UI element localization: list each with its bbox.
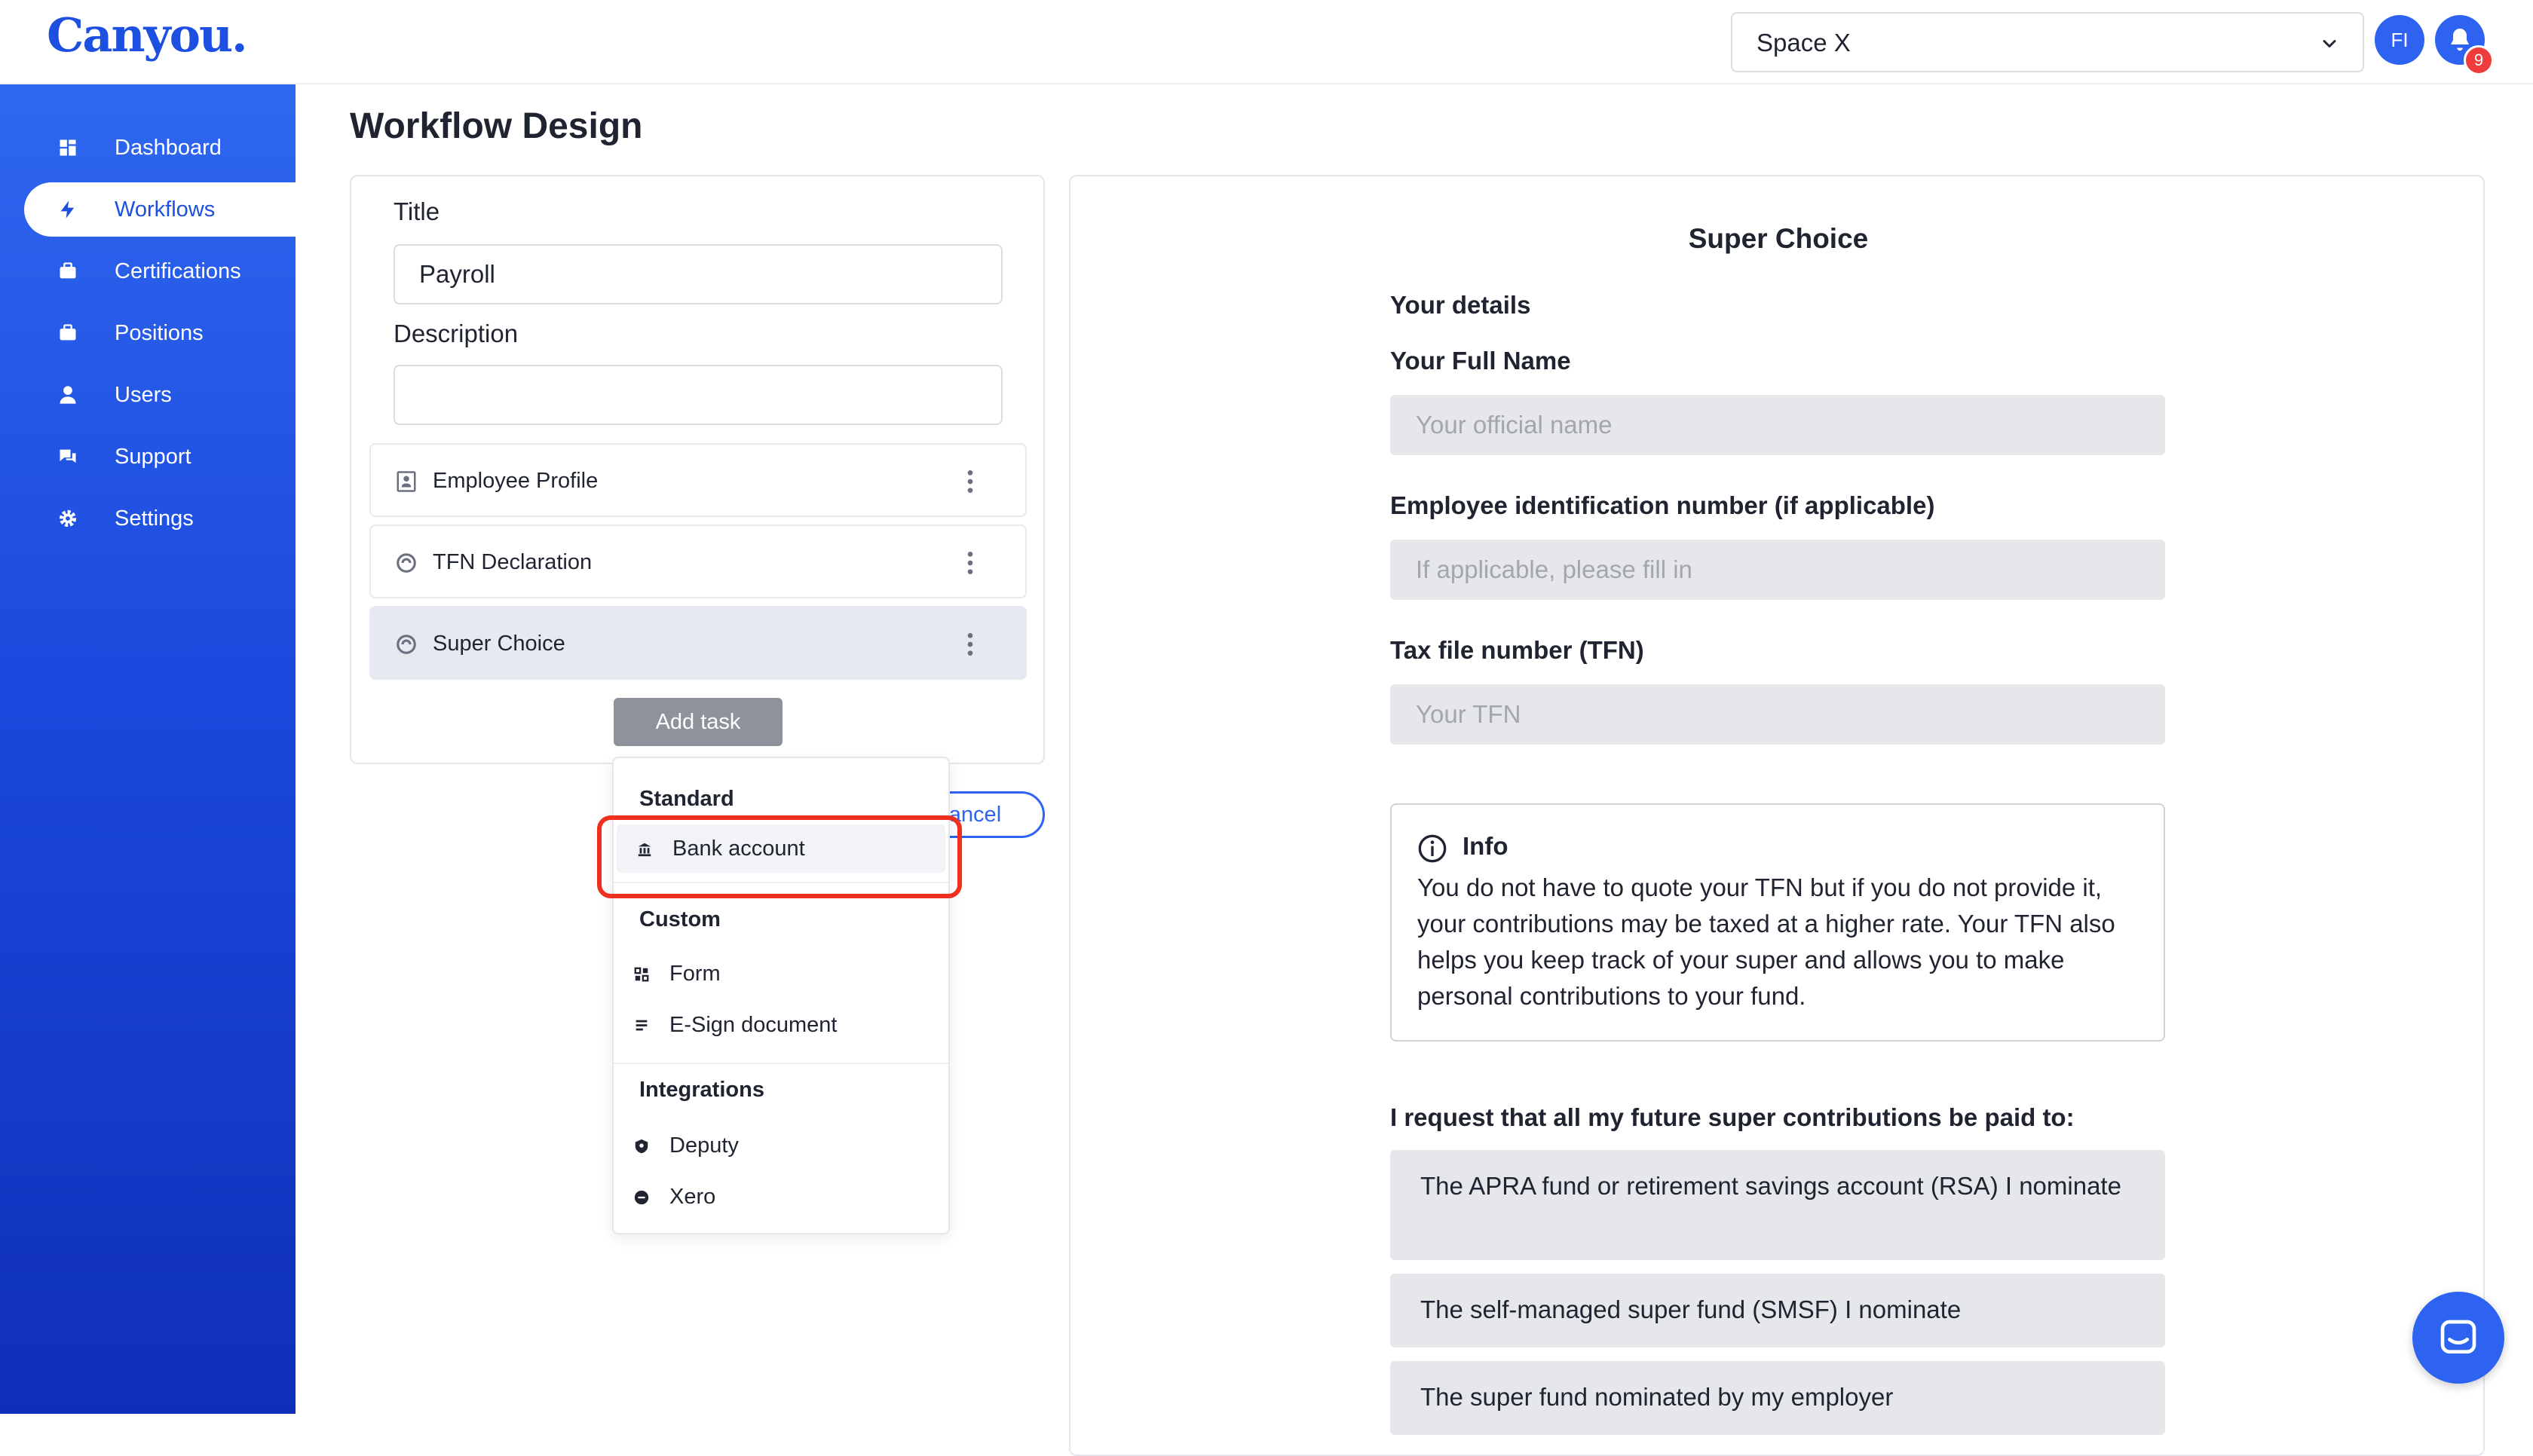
task-label: Super Choice xyxy=(433,632,565,656)
task-label: TFN Declaration xyxy=(433,550,593,574)
canyou-logo[interactable]: Canyou. xyxy=(47,8,248,63)
task-preview-card: Super Choice Your details Your Full Name… xyxy=(1069,175,2485,1456)
sidebar-item-workflows[interactable]: Workflows xyxy=(24,182,296,237)
space-select[interactable]: Space X xyxy=(1731,12,2364,72)
lightning-icon xyxy=(60,200,75,219)
menu-item-label: Form xyxy=(669,962,721,986)
info-title: Info xyxy=(1463,832,1508,860)
space-select-value: Space X xyxy=(1757,29,1851,57)
sidebar-item-label: Workflows xyxy=(115,197,216,222)
menu-item-label: Deputy xyxy=(669,1133,739,1158)
title-label: Title xyxy=(394,197,440,225)
option-apra-fund[interactable]: The APRA fund or retirement savings acco… xyxy=(1390,1150,2165,1260)
notification-count-badge: 9 xyxy=(2464,45,2494,75)
user-icon xyxy=(60,386,76,404)
menu-item-xero[interactable]: Xero xyxy=(614,1173,948,1221)
full-name-input[interactable]: Your official name xyxy=(1390,395,2165,455)
profile-icon xyxy=(397,471,416,492)
preview-title: Super Choice xyxy=(1688,223,1869,254)
add-task-button[interactable]: Add task xyxy=(614,698,783,746)
more-options-icon[interactable] xyxy=(966,632,974,657)
tfn-input[interactable]: Your TFN xyxy=(1390,684,2165,745)
menu-item-label: E-Sign document xyxy=(669,1013,838,1037)
more-options-icon[interactable] xyxy=(966,550,974,576)
sidebar-item-positions[interactable]: Positions xyxy=(24,306,296,360)
sidebar: Dashboard Workflows Certifications Posit… xyxy=(0,84,296,1414)
employee-id-input[interactable]: If applicable, please fill in xyxy=(1390,540,2165,600)
sidebar-item-label: Dashboard xyxy=(115,136,222,160)
task-employee-profile[interactable]: Employee Profile xyxy=(369,443,1027,517)
sidebar-item-certifications[interactable]: Certifications xyxy=(24,244,296,298)
deputy-icon xyxy=(635,1139,648,1154)
info-box: Info You do not have to quote your TFN b… xyxy=(1390,803,2165,1042)
avatar[interactable]: FI xyxy=(2375,15,2424,65)
dropdown-header-integrations: Integrations xyxy=(639,1078,764,1102)
sidebar-item-settings[interactable]: Settings xyxy=(24,491,296,546)
dropdown-divider xyxy=(614,1063,948,1064)
employee-id-label: Employee identification number (if appli… xyxy=(1390,491,1935,519)
task-label: Employee Profile xyxy=(433,469,599,493)
more-options-icon[interactable] xyxy=(966,469,974,494)
dropdown-header-standard: Standard xyxy=(639,787,734,811)
highlight-annotation xyxy=(597,815,962,898)
description-label: Description xyxy=(394,320,519,347)
workflow-form-card: Title Payroll Description Employee Profi… xyxy=(350,175,1045,764)
dashboard-icon xyxy=(60,139,76,156)
description-input[interactable] xyxy=(394,365,1003,425)
page-title: Workflow Design xyxy=(350,106,643,146)
sidebar-item-label: Certifications xyxy=(115,259,241,283)
sidebar-item-dashboard[interactable]: Dashboard xyxy=(24,121,296,175)
support-icon xyxy=(60,449,76,463)
document-icon xyxy=(636,1020,648,1031)
menu-item-esign-document[interactable]: E-Sign document xyxy=(614,1001,948,1049)
briefcase-icon xyxy=(60,324,76,341)
dropdown-header-custom: Custom xyxy=(639,907,721,931)
sidebar-item-label: Users xyxy=(115,383,172,407)
menu-item-deputy[interactable]: Deputy xyxy=(614,1121,948,1170)
sidebar-item-label: Positions xyxy=(115,321,204,345)
info-icon xyxy=(1418,834,1447,863)
gear-icon xyxy=(59,509,77,528)
sidebar-item-users[interactable]: Users xyxy=(24,368,296,422)
tfn-label: Tax file number (TFN) xyxy=(1390,636,1644,664)
sidebar-item-support[interactable]: Support xyxy=(24,430,296,484)
task-super-choice[interactable]: Super Choice xyxy=(369,606,1027,680)
link-icon xyxy=(397,635,416,654)
menu-item-form[interactable]: Form xyxy=(614,950,948,998)
chevron-down-icon xyxy=(2323,40,2336,47)
title-input[interactable]: Payroll xyxy=(394,244,1003,304)
chat-launcher-button[interactable] xyxy=(2412,1292,2504,1384)
sidebar-item-label: Settings xyxy=(115,506,194,531)
option-smsf[interactable]: The self-managed super fund (SMSF) I nom… xyxy=(1390,1274,2165,1347)
option-employer-fund[interactable]: The super fund nominated by my employer xyxy=(1390,1361,2165,1435)
menu-item-label: Xero xyxy=(669,1185,716,1209)
form-icon xyxy=(634,967,649,982)
sidebar-item-label: Support xyxy=(115,445,191,469)
briefcase-icon xyxy=(60,262,76,279)
chat-icon xyxy=(2440,1320,2476,1354)
top-header: Canyou. Space X FI 9 xyxy=(0,0,2533,84)
your-details-heading: Your details xyxy=(1390,291,1531,319)
link-icon xyxy=(397,553,416,573)
task-tfn-declaration[interactable]: TFN Declaration xyxy=(369,525,1027,598)
xero-icon xyxy=(634,1190,649,1205)
request-label: I request that all my future super contr… xyxy=(1390,1103,2075,1131)
info-text: You do not have to quote your TFN but if… xyxy=(1417,873,2115,1010)
full-name-label: Your Full Name xyxy=(1390,347,1571,375)
